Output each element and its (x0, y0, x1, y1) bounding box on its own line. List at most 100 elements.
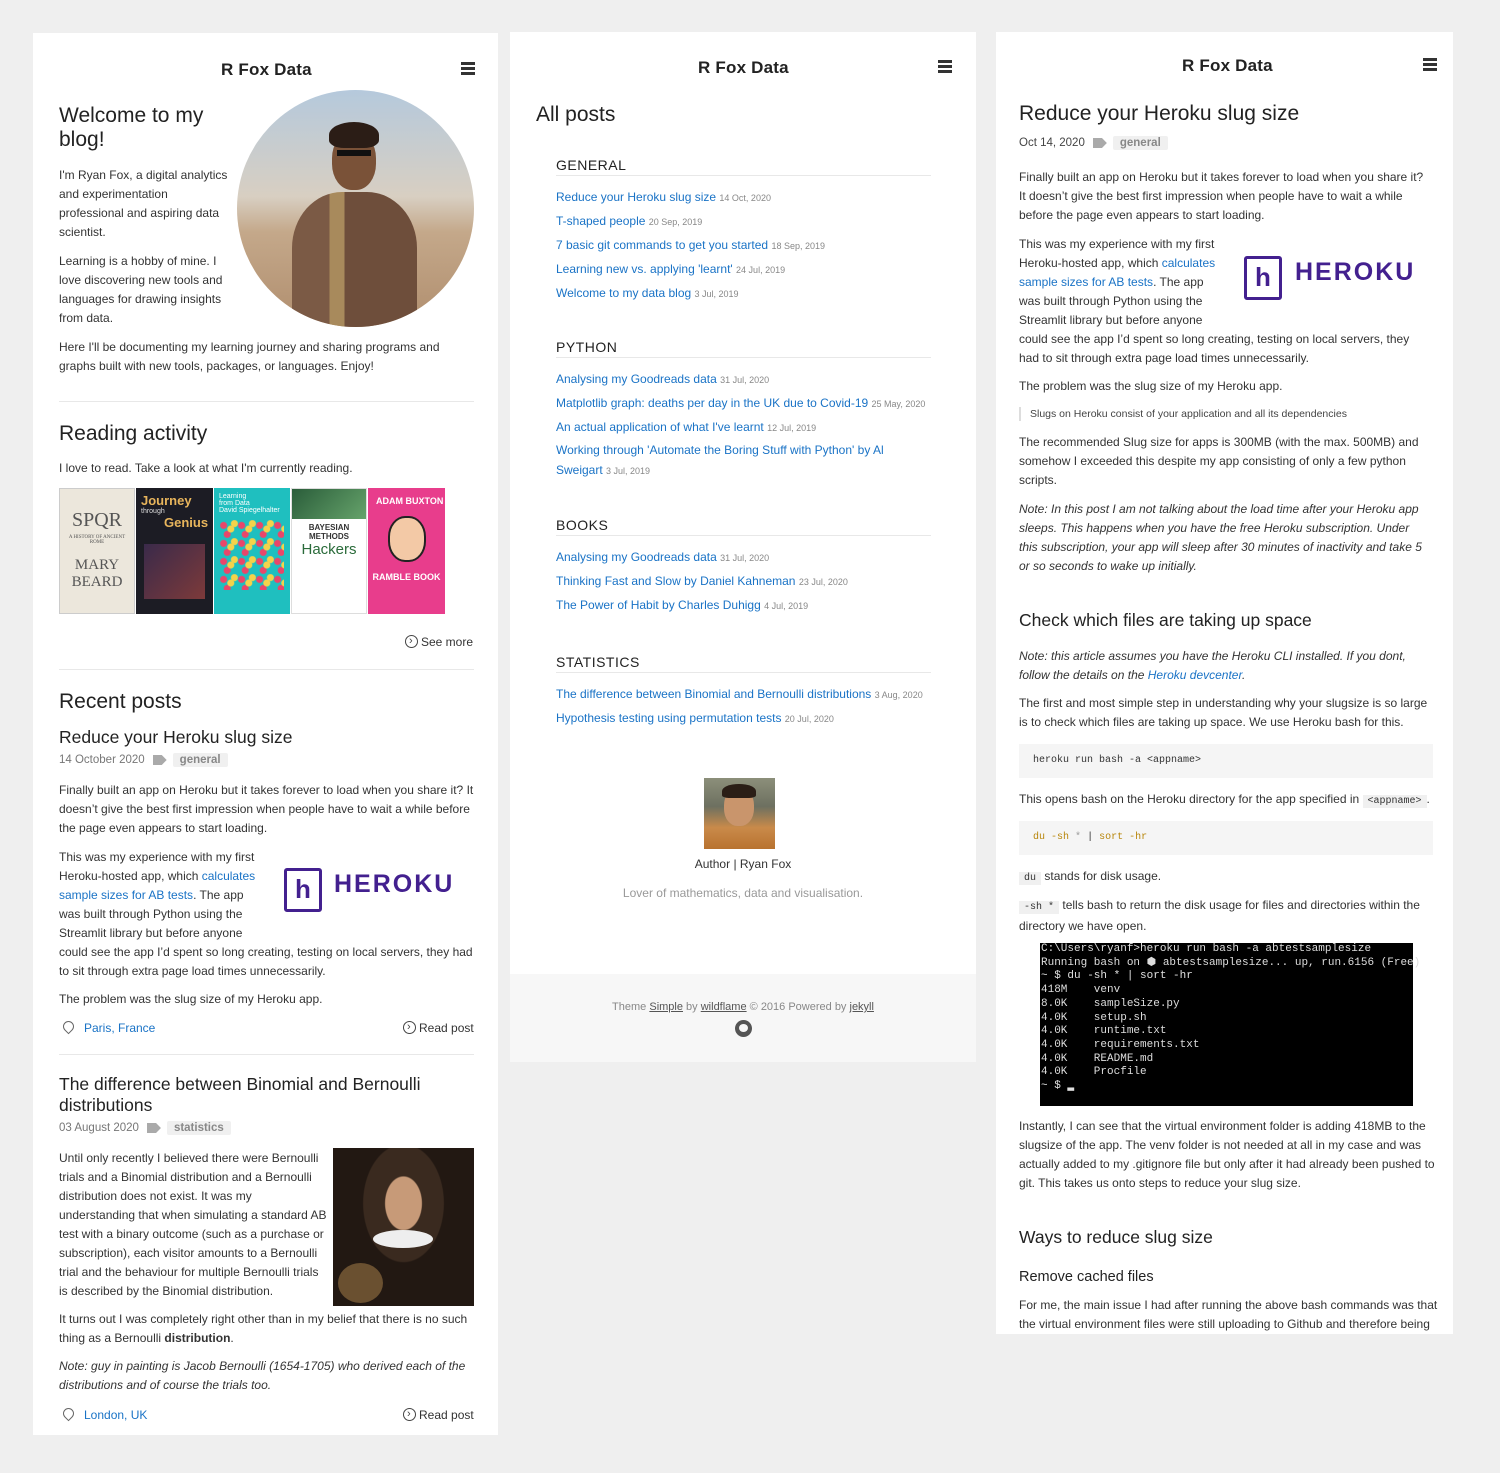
heroku-logo: h HEROKU (1216, 235, 1431, 312)
post-link[interactable]: Analysing my Goodreads data (556, 550, 717, 564)
post-list: Reduce your Heroku slug size 14 Oct, 202… (556, 186, 931, 306)
reading-text: I love to read. Take a look at what I'm … (59, 461, 353, 475)
site-brand[interactable]: R Fox Data (221, 60, 312, 80)
wildflame-link[interactable]: wildflame (701, 1001, 747, 1013)
article-note: Note: In this post I am not talking abou… (1019, 502, 1422, 573)
post-list-item: The difference between Binomial and Bern… (556, 683, 931, 707)
article-paragraph-6: This opens bash on the Heroku directory … (1019, 792, 1430, 808)
code-block-2: du -sh * | sort -hr (1019, 821, 1433, 855)
hamburger-menu-icon[interactable] (1423, 58, 1437, 71)
category-heading: BOOKS (556, 517, 931, 536)
post-date: 24 Jul, 2019 (736, 265, 786, 275)
post-link[interactable]: The Power of Habit by Charles Duhigg (556, 598, 761, 612)
book-cover-learning-from-data[interactable]: Learning from Data David Spiegelhalter (214, 488, 290, 614)
post-list: Analysing my Goodreads data 31 Jul, 2020… (556, 546, 931, 618)
arrow-circle-icon (403, 1405, 416, 1424)
article-tag[interactable]: general (1112, 136, 1168, 150)
article-note-2: Note: this article assumes you have the … (1019, 649, 1406, 682)
intro-paragraph-3: Here I'll be documenting my learning jou… (59, 340, 440, 373)
post-list-item: An actual application of what I've learn… (556, 416, 931, 440)
post-list-item: T-shaped people 20 Sep, 2019 (556, 210, 931, 234)
post-tag[interactable]: general (172, 753, 228, 767)
article-paragraph-3: The problem was the slug size of my Hero… (1019, 379, 1283, 393)
post-date: 14 October 2020 (59, 754, 145, 766)
hamburger-menu-icon[interactable] (938, 60, 952, 73)
post-link[interactable]: Analysing my Goodreads data (556, 372, 717, 386)
post-excerpt-2: It turns out I was completely right othe… (59, 1312, 468, 1345)
divider (59, 401, 474, 402)
post-link[interactable]: Welcome to my data blog (556, 286, 691, 300)
post-title[interactable]: The difference between Binomial and Bern… (59, 1074, 459, 1116)
intro-paragraph-1: I'm Ryan Fox, a digital analytics and ex… (59, 168, 228, 239)
post-location[interactable]: Paris, France (59, 1018, 155, 1038)
book-cover-journey-through-genius[interactable]: Journey through Genius (136, 488, 213, 614)
post-link[interactable]: 7 basic git commands to get you started (556, 238, 768, 252)
terminal-screenshot: C:\Users\ryanf>heroku run bash -a abtest… (1040, 943, 1421, 1106)
post-date: 14 Oct, 2020 (719, 193, 771, 203)
post-date: 20 Sep, 2019 (648, 217, 703, 227)
post-excerpt-3: The problem was the slug size of my Hero… (59, 992, 323, 1006)
home-page-panel: R Fox Data Welcome to my blog! I'm Ryan … (33, 33, 498, 1435)
post-tag[interactable]: statistics (166, 1121, 231, 1135)
terminal-line: 418M venv (1041, 984, 1121, 997)
divider (59, 669, 474, 670)
post-list-item: 7 basic git commands to get you started … (556, 234, 931, 258)
reading-activity-title: Reading activity (59, 422, 208, 445)
read-post-link[interactable]: Read post (403, 1018, 474, 1038)
author-bio: Lover of mathematics, data and visualisa… (622, 886, 864, 900)
site-footer: Theme Simple by wildflame © 2016 Powered… (510, 974, 976, 1062)
heroku-devcenter-link[interactable]: Heroku devcenter (1148, 668, 1242, 682)
post-list-item: Analysing my Goodreads data 31 Jul, 2020 (556, 546, 931, 570)
category-section: STATISTICS The difference between Binomia… (556, 654, 931, 731)
book-cover-spqr[interactable]: SPQR A HISTORY OF ANCIENT ROME MARY BEAR… (59, 488, 135, 614)
book-cover-bayesian-hackers[interactable]: BAYESIAN METHODS Hackers (291, 488, 367, 614)
post-date: 31 Jul, 2020 (720, 553, 770, 563)
post-meta: 14 October 2020 general (59, 753, 228, 767)
post-date: 3 Jul, 2019 (606, 466, 651, 476)
post-list-item: The Power of Habit by Charles Duhigg 4 J… (556, 594, 931, 618)
post-list-item: Analysing my Goodreads data 31 Jul, 2020 (556, 368, 931, 392)
post-date: 4 Jul, 2019 (764, 601, 809, 611)
recent-posts-title: Recent posts (59, 690, 182, 713)
section-heading-ways: Ways to reduce slug size (1019, 1227, 1213, 1247)
hamburger-menu-icon[interactable] (461, 62, 475, 75)
post-title[interactable]: Reduce your Heroku slug size (59, 727, 292, 748)
post-link[interactable]: Thinking Fast and Slow by Daniel Kahnema… (556, 574, 795, 588)
article-date: Oct 14, 2020 (1019, 137, 1085, 149)
sh-explanation: -sh * tells bash to return the disk usag… (1019, 898, 1420, 933)
code-block-1: heroku run bash -a <appname> (1019, 744, 1433, 778)
post-link[interactable]: T-shaped people (556, 214, 645, 228)
site-brand[interactable]: R Fox Data (698, 58, 789, 78)
terminal-line: Running bash on ⬢ abtestsamplesize... up… (1041, 956, 1421, 969)
post-link[interactable]: Matplotlib graph: deaths per day in the … (556, 396, 868, 410)
post-link[interactable]: The difference between Binomial and Bern… (556, 687, 871, 701)
divider (59, 1054, 474, 1055)
post-list: Analysing my Goodreads data 31 Jul, 2020… (556, 368, 931, 481)
github-icon[interactable] (735, 1020, 752, 1037)
terminal-line: 4.0K runtime.txt (1041, 1025, 1167, 1038)
post-list-item: Learning new vs. applying 'learnt' 24 Ju… (556, 258, 931, 282)
post-date: 3 Jul, 2019 (694, 289, 739, 299)
post-link[interactable]: Hypothesis testing using permutation tes… (556, 711, 781, 725)
intro-paragraph-2: Learning is a hobby of mine. I love disc… (59, 254, 223, 325)
book-cover-ramble-book[interactable]: ADAM BUXTON RAMBLE BOOK (368, 488, 445, 614)
terminal-line: ~ $ du -sh * | sort -hr (1041, 970, 1193, 983)
post-list-item: Thinking Fast and Slow by Daniel Kahnema… (556, 570, 931, 594)
post-link[interactable]: An actual application of what I've learn… (556, 420, 764, 434)
read-post-link[interactable]: Read post (403, 1405, 474, 1425)
terminal-line: 8.0K sampleSize.py (1041, 997, 1180, 1010)
simple-theme-link[interactable]: Simple (649, 1001, 683, 1013)
site-brand[interactable]: R Fox Data (1182, 56, 1273, 76)
post-date: 23 Jul, 2020 (798, 577, 848, 587)
post-date: 18 Sep, 2019 (771, 241, 826, 251)
welcome-title: Welcome to my blog! (59, 104, 204, 151)
see-more-link[interactable]: See more (405, 632, 473, 652)
post-link[interactable]: Reduce your Heroku slug size (556, 190, 716, 204)
post-link[interactable]: Learning new vs. applying 'learnt' (556, 262, 733, 276)
post-note: Note: guy in painting is Jacob Bernoulli… (59, 1359, 466, 1392)
post-list-item: Working through 'Automate the Boring Stu… (556, 440, 931, 481)
post-location[interactable]: London, UK (59, 1405, 147, 1425)
jekyll-link[interactable]: jekyll (850, 1001, 874, 1013)
bernoulli-portrait-image (333, 1148, 474, 1306)
all-posts-panel: R Fox Data All posts GENERAL Reduce your … (510, 32, 976, 1062)
